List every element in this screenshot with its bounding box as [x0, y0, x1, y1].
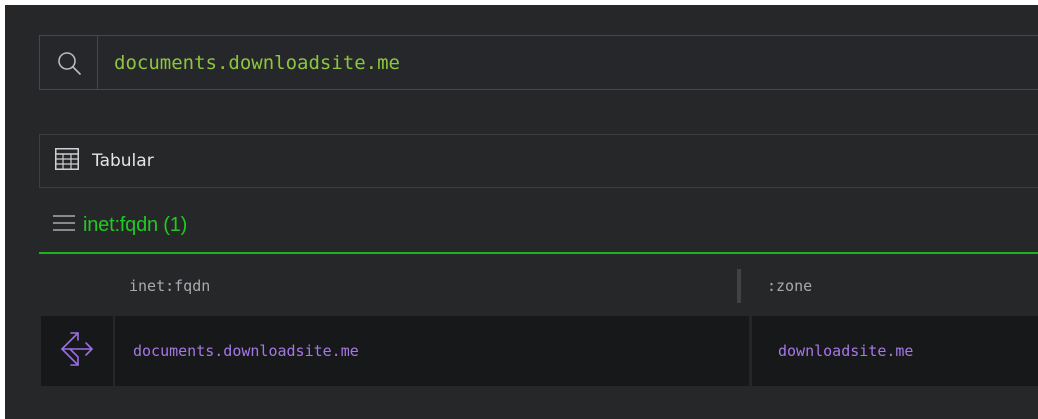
result-group-title: inet:fqdn (1) — [83, 213, 188, 236]
view-mode-label: Tabular — [92, 151, 154, 171]
cell-divider — [749, 316, 752, 386]
column-header-fqdn[interactable]: inet:fqdn — [129, 256, 210, 316]
cell-zone[interactable]: downloadsite.me — [778, 316, 913, 386]
view-mode-tabular[interactable]: Tabular — [39, 134, 1038, 188]
fqdn-node-icon — [58, 327, 96, 375]
row-icon-cell[interactable] — [41, 316, 115, 386]
search-icon[interactable] — [40, 36, 98, 89]
result-group-header[interactable]: inet:fqdn (1) — [39, 198, 1038, 254]
column-resize-handle[interactable] — [737, 269, 741, 303]
column-header-zone[interactable]: :zone — [767, 256, 812, 316]
cell-fqdn[interactable]: documents.downloadsite.me — [133, 316, 359, 386]
table-icon — [55, 148, 79, 174]
app-window: Tabular inet:fqdn (1) inet:fqdn :zone — [5, 5, 1038, 419]
table-header-row: inet:fqdn :zone — [41, 256, 1038, 316]
table-row[interactable]: documents.downloadsite.me downloadsite.m… — [41, 316, 1038, 386]
search-bar[interactable] — [39, 35, 1038, 90]
search-input[interactable] — [98, 36, 1038, 89]
menu-icon[interactable] — [53, 214, 75, 236]
